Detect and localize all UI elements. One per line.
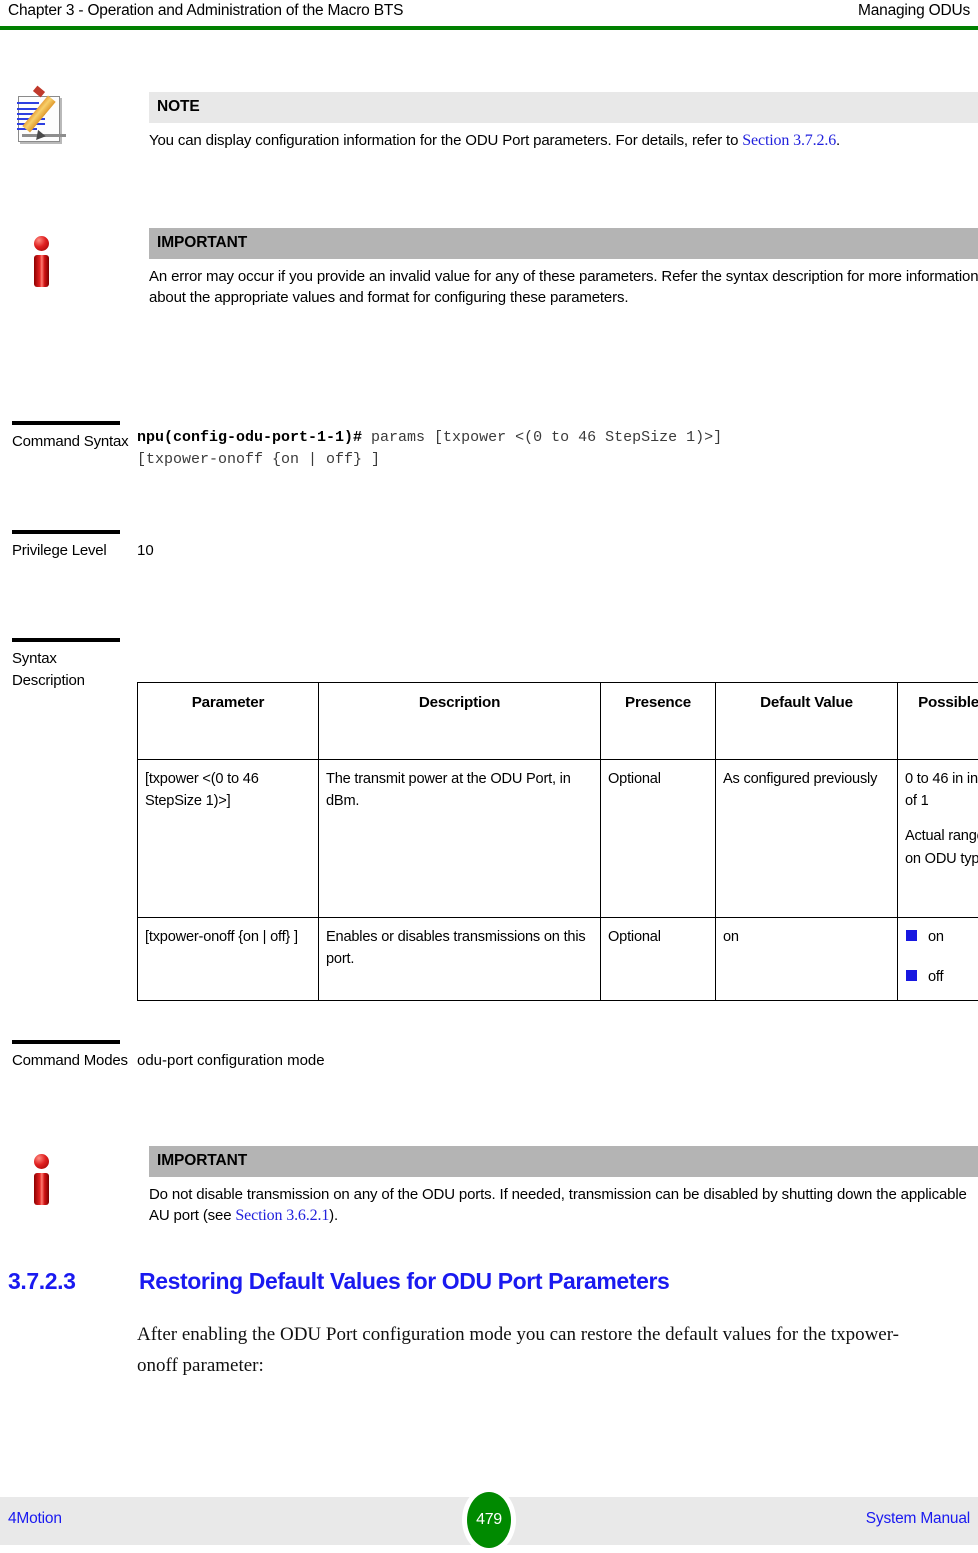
cell-presence: Optional [601,918,716,1001]
square-bullet-icon [906,970,917,981]
command-syntax-label: Command Syntax [12,431,132,453]
important-top-body: IMPORTANT An error may occur if you prov… [149,228,978,309]
possible-value-text: 0 to 46 in increments of 1 [905,768,978,812]
syntax-description-label: Syntax Description [12,648,132,692]
privilege-level-value: 10 [137,540,154,562]
section-heading: 3.7.2.3 Restoring Default Values for ODU… [8,1268,968,1295]
note-body: NOTE You can display configuration infor… [149,92,978,153]
column-header-default-value: Default Value [716,683,898,760]
header-divider-rule [0,26,978,30]
spacer [905,812,978,825]
page-footer: 4Motion 479 System Manual [0,1497,978,1545]
important-bottom-body: IMPORTANT Do not disable transmission on… [149,1146,978,1228]
section-title: Restoring Default Values for ODU Port Pa… [139,1268,669,1295]
possible-value-bullet: off [928,966,943,988]
section-body-paragraph: After enabling the ODU Port configuratio… [137,1320,937,1382]
page-number-badge: 479 [462,1487,516,1553]
table-row: [txpower <(0 to 46 StepSize 1)>] The tra… [138,760,978,918]
red-info-icon-bottom [12,1146,108,1208]
possible-value-text: Actual range depends on ODU type. [905,825,978,869]
cli-prompt: npu(config-odu-port-1-1)# [137,429,362,446]
cell-description: Enables or disables transmissions on thi… [319,918,601,1001]
note-title: NOTE [149,92,978,123]
command-modes-value: odu-port configuration mode [137,1050,325,1072]
important-top-title: IMPORTANT [149,228,978,259]
privilege-level-rule [12,530,120,534]
cell-possible-values: on off [898,918,978,1001]
cell-parameter: [txpower <(0 to 46 StepSize 1)>] [138,760,319,918]
section-number: 3.7.2.3 [8,1268,139,1295]
important-bottom-section-link[interactable]: Section 3.6.2.1 [235,1207,329,1224]
note-text-part2: . [836,132,840,149]
cell-parameter: [txpower-onoff {on | off} ] [138,918,319,1001]
column-header-presence: Presence [601,683,716,760]
cell-presence: Optional [601,760,716,918]
cell-description: The transmit power at the ODU Port, in d… [319,760,601,918]
important-bottom-title: IMPORTANT [149,1146,978,1177]
note-text-part1: You can display configuration informatio… [149,132,742,149]
column-header-parameter: Parameter [138,683,319,760]
column-header-possible-values: Possible Values [898,683,978,760]
note-section-link[interactable]: Section 3.7.2.6 [742,132,836,149]
cli-line1-args: params [txpower <(0 to 46 StepSize 1)>] [362,429,722,446]
syntax-description-rule [12,638,120,642]
column-header-description: Description [319,683,601,760]
command-syntax-rule [12,421,120,425]
footer-product-name[interactable]: 4Motion [8,1510,62,1528]
command-syntax-line-1: npu(config-odu-port-1-1)# params [txpowe… [137,427,722,449]
important-top-text: An error may occur if you provide an inv… [149,259,978,309]
footer-manual-name[interactable]: System Manual [866,1510,970,1528]
red-info-icon-top [12,228,108,290]
command-modes-label: Command Modes [12,1050,132,1072]
cell-possible-values: 0 to 46 in increments of 1 Actual range … [898,760,978,918]
table-row: [txpower-onoff {on | off} ] Enables or d… [138,918,978,1001]
command-modes-rule [12,1040,120,1044]
header-section-title: Managing ODUs [858,2,970,20]
possible-value-bullet: on [928,926,944,948]
header-chapter-title: Chapter 3 - Operation and Administration… [8,2,403,20]
syntax-description-table: Parameter Description Presence Default V… [137,682,978,1001]
page-number: 479 [467,1492,511,1548]
notepad-pencil-icon [12,92,108,154]
privilege-level-label: Privilege Level [12,540,132,562]
square-bullet-icon [906,930,917,941]
important-bottom-text: Do not disable transmission on any of th… [149,1177,978,1228]
command-syntax-value: npu(config-odu-port-1-1)# params [txpowe… [137,427,722,471]
important-bottom-text-part2: ). [329,1207,338,1224]
note-text: You can display configuration informatio… [149,123,978,153]
list-item: off [905,966,978,988]
cell-default-value: As configured previously [716,760,898,918]
table-header-row: Parameter Description Presence Default V… [138,683,978,760]
command-syntax-line-2: [txpower-onoff {on | off} ] [137,449,722,471]
cell-default-value: on [716,918,898,1001]
list-item: on [905,926,978,948]
